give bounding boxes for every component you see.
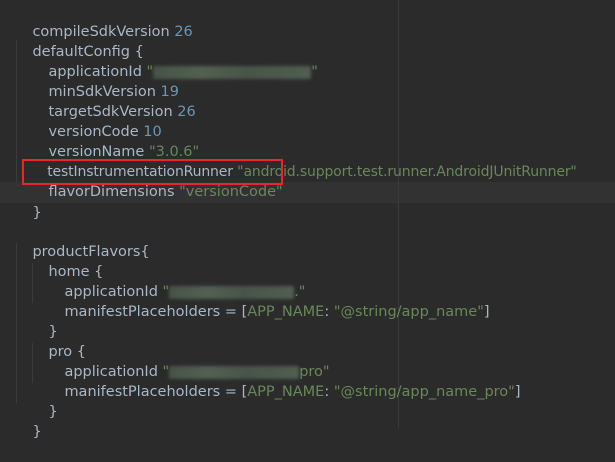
code-token: : — [324, 384, 334, 400]
code-line: applicationId " ." — [46, 262, 305, 300]
code-token: ] — [483, 304, 490, 320]
code-line: applicationId " pro" — [46, 342, 329, 380]
code-line: minSdkVersion 19 — [30, 62, 179, 100]
code-line: targetSdkVersion 26 — [30, 82, 195, 120]
code-token: APP_NAME — [247, 304, 325, 320]
code-token: APP_NAME — [247, 384, 325, 400]
code-line: } — [30, 302, 57, 340]
code-token: " — [311, 64, 318, 80]
code-token: } — [48, 404, 58, 420]
code-token: ] — [514, 384, 521, 400]
code-editor[interactable]: compileSdkVersion 26 defaultConfig { app… — [0, 0, 615, 440]
code-token: manifestPlaceholders = [ — [64, 384, 248, 400]
code-line: applicationId " " — [30, 42, 317, 80]
code-line: } — [30, 382, 57, 420]
code-token: } — [32, 205, 42, 221]
highlight-box — [22, 159, 283, 185]
code-token: manifestPlaceholders = [ — [64, 304, 248, 320]
code-token: "android.support.test.runner.AndroidJUni… — [237, 164, 577, 180]
code-token: "versionCode" — [179, 184, 283, 200]
code-token: } — [32, 424, 42, 440]
code-token: "@string/app_name" — [333, 304, 484, 320]
code-line: versionName "3.0.6" — [30, 122, 199, 160]
code-token: 26 — [177, 104, 196, 120]
code-line: versionCode 10 — [30, 102, 161, 140]
code-line: home { — [30, 242, 103, 280]
code-line: } — [14, 183, 41, 221]
code-token: flavorDimensions — [48, 184, 175, 200]
code-token: : — [324, 304, 334, 320]
code-line: defaultConfig { — [14, 22, 143, 60]
code-line: manifestPlaceholders = [APP_NAME: "@stri… — [46, 282, 489, 320]
code-token: 26 — [174, 24, 193, 40]
code-line: productFlavors{ — [14, 222, 149, 260]
code-token: "@string/app_name_pro" — [333, 384, 515, 400]
code-line: pro { — [30, 322, 86, 360]
code-line: } — [14, 402, 41, 440]
code-line: compileSdkVersion 26 — [14, 2, 192, 40]
code-line: manifestPlaceholders = [APP_NAME: "@stri… — [46, 362, 520, 400]
